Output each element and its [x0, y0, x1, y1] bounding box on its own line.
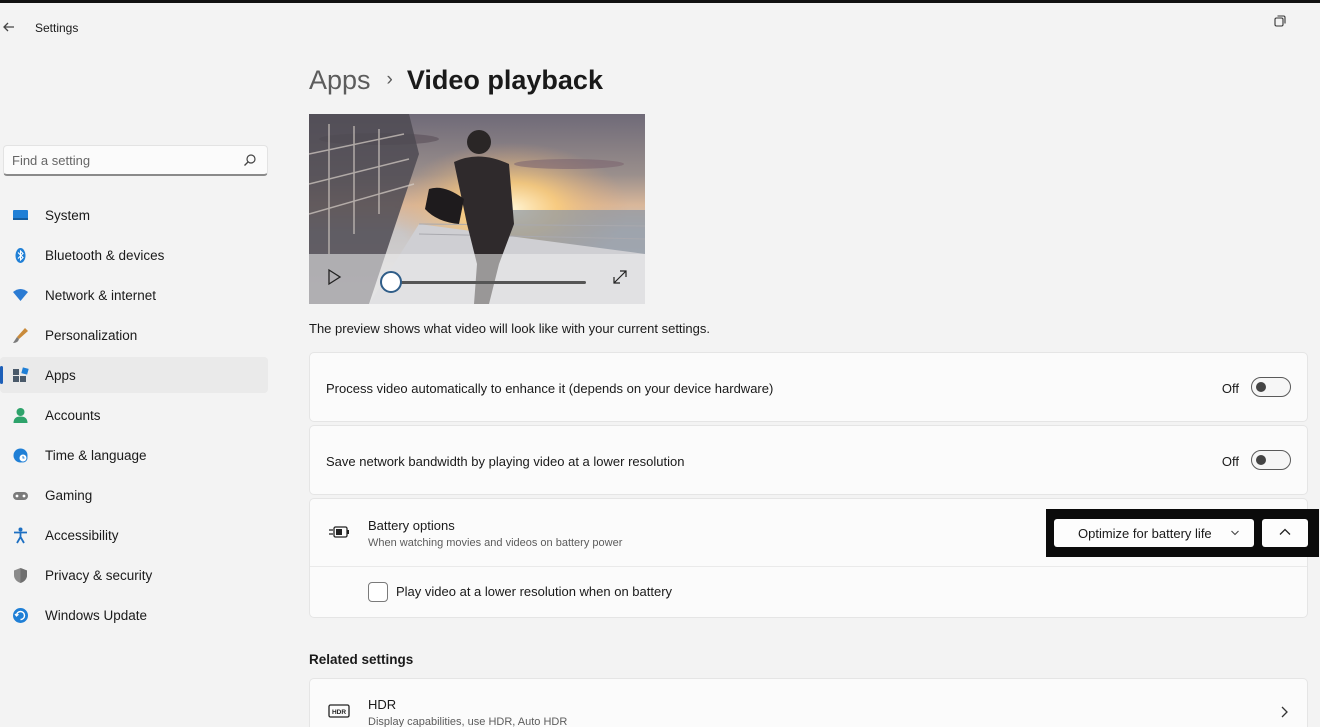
lower-resolution-label[interactable]: Play video at a lower resolution when on… — [396, 584, 672, 599]
sidebar-item-label: Apps — [45, 368, 76, 383]
sidebar-item-label: Windows Update — [45, 608, 148, 623]
shield-icon — [14, 568, 27, 583]
video-controls — [309, 254, 645, 304]
app-title: Settings — [35, 21, 79, 35]
sidebar-item-label: Privacy & security — [45, 568, 153, 583]
hdr-icon: HDR — [328, 704, 350, 718]
save-bandwidth-label: Save network bandwidth by playing video … — [326, 454, 685, 469]
globe-clock-icon — [13, 448, 28, 463]
seek-thumb[interactable] — [380, 271, 403, 293]
sidebar-item-accounts[interactable]: Accounts — [0, 397, 268, 433]
video-preview[interactable] — [309, 114, 645, 304]
highlight-box: Optimize for battery life — [1046, 509, 1319, 557]
sidebar-item-label: Personalization — [45, 328, 138, 343]
page-title: Video playback — [406, 64, 603, 95]
chevron-down-icon — [1231, 530, 1239, 536]
chevron-up-icon — [1279, 528, 1291, 535]
toggle-state-text: Off — [1221, 381, 1239, 396]
accessibility-icon — [14, 527, 27, 544]
sidebar-item-bluetooth[interactable]: Bluetooth & devices — [0, 237, 268, 273]
breadcrumb-separator: › — [386, 69, 393, 90]
search-box — [3, 145, 268, 176]
save-bandwidth-toggle[interactable] — [1251, 450, 1291, 470]
dropdown-selected-value: Optimize for battery life — [1078, 526, 1212, 541]
apps-icon — [13, 367, 29, 382]
sidebar-item-gaming[interactable]: Gaming — [0, 477, 268, 513]
sidebar-item-apps[interactable]: Apps — [0, 357, 268, 393]
active-indicator — [0, 366, 3, 384]
process-video-card: Process video automatically to enhance i… — [309, 352, 1308, 422]
sidebar-item-privacy[interactable]: Privacy & security — [0, 557, 268, 593]
collapse-button[interactable] — [1262, 519, 1308, 547]
svg-text:HDR: HDR — [332, 709, 346, 716]
toggle-knob — [1256, 382, 1266, 392]
chevron-right-icon — [1281, 706, 1288, 718]
play-icon[interactable] — [325, 268, 343, 286]
update-icon — [13, 608, 28, 623]
sidebar-item-time-language[interactable]: Time & language — [0, 437, 268, 473]
title-bar: Settings — [0, 3, 1320, 51]
restore-window-icon[interactable] — [1272, 13, 1288, 29]
preview-caption: The preview shows what video will look l… — [309, 321, 711, 336]
search-input[interactable] — [4, 146, 234, 174]
battery-mode-dropdown[interactable]: Optimize for battery life — [1054, 519, 1254, 547]
sidebar-item-label: Network & internet — [45, 288, 157, 303]
gamepad-icon — [13, 492, 28, 500]
sidebar-item-label: Bluetooth & devices — [45, 248, 165, 263]
person-icon — [13, 408, 28, 423]
sidebar-item-label: Time & language — [45, 448, 147, 463]
process-video-toggle[interactable] — [1251, 377, 1291, 397]
fullscreen-icon[interactable] — [611, 268, 629, 286]
divider — [310, 566, 1307, 567]
related-settings-heading: Related settings — [309, 652, 414, 667]
monitor-icon — [13, 210, 28, 220]
hdr-title: HDR — [368, 697, 397, 712]
battery-options-subtitle: When watching movies and videos on batte… — [368, 537, 623, 549]
sidebar-item-label: Accounts — [45, 408, 101, 423]
breadcrumb: Apps › Video playback — [309, 62, 603, 98]
hdr-subtitle: Display capabilities, use HDR, Auto HDR — [368, 716, 568, 727]
search-icon[interactable] — [243, 153, 257, 167]
sidebar-item-windows-update[interactable]: Windows Update — [0, 597, 268, 633]
sidebar-item-personalization[interactable]: Personalization — [0, 317, 268, 353]
bluetooth-icon — [15, 248, 26, 263]
sidebar-item-label: System — [45, 208, 91, 223]
sidebar-item-system[interactable]: System — [0, 197, 268, 233]
wifi-icon — [13, 289, 28, 301]
sidebar-item-network[interactable]: Network & internet — [0, 277, 268, 313]
battery-plug-icon — [329, 526, 349, 538]
seek-bar[interactable] — [381, 281, 586, 284]
back-arrow-icon[interactable] — [0, 17, 20, 37]
toggle-state-text: Off — [1221, 454, 1239, 469]
sidebar-item-label: Gaming — [45, 488, 93, 503]
battery-options-title: Battery options — [368, 518, 455, 533]
toggle-knob — [1256, 455, 1266, 465]
process-video-label: Process video automatically to enhance i… — [326, 381, 774, 396]
hdr-card[interactable]: HDR HDR Display capabilities, use HDR, A… — [309, 678, 1308, 727]
save-bandwidth-card: Save network bandwidth by playing video … — [309, 425, 1308, 495]
lower-resolution-checkbox[interactable] — [368, 582, 388, 602]
paintbrush-icon — [13, 328, 28, 343]
sidebar-nav: System Bluetooth & devices Network & int… — [0, 197, 270, 637]
sidebar-item-label: Accessibility — [45, 528, 119, 543]
sidebar-item-accessibility[interactable]: Accessibility — [0, 517, 268, 553]
breadcrumb-parent[interactable]: Apps — [309, 65, 371, 96]
